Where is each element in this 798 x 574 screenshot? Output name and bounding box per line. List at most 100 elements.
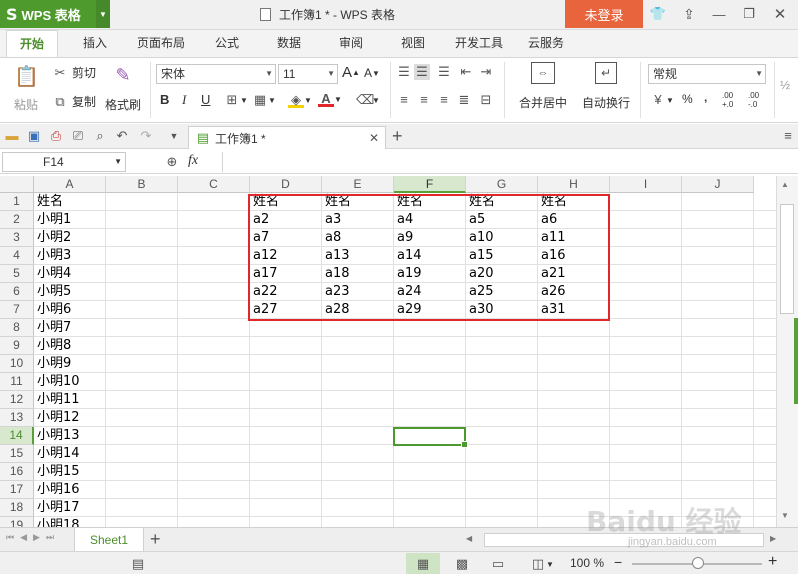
- close-tab-icon[interactable]: ✕: [369, 131, 379, 145]
- tab-page-layout[interactable]: 页面布局: [130, 30, 192, 57]
- cell-a12[interactable]: 小明11: [34, 391, 106, 409]
- cell-a17[interactable]: 小明16: [34, 481, 106, 499]
- cell-a2[interactable]: 小明1: [34, 211, 106, 229]
- zoom-slider-knob[interactable]: [692, 557, 704, 569]
- print-preview-icon[interactable]: ⌕: [92, 128, 108, 144]
- side-panel-handle[interactable]: [794, 318, 798, 404]
- scroll-up-icon[interactable]: ▲: [781, 180, 789, 189]
- macro-icon[interactable]: ▤: [130, 556, 146, 572]
- fill-pattern-icon[interactable]: ▦ ▼: [252, 92, 276, 108]
- column-header-h[interactable]: H: [538, 176, 610, 193]
- formula-input[interactable]: [222, 152, 796, 172]
- row-header[interactable]: 6: [0, 283, 34, 301]
- reading-view-icon[interactable]: ◫ ▼: [530, 556, 554, 572]
- cell-a9[interactable]: 小明8: [34, 337, 106, 355]
- cell-a5[interactable]: 小明4: [34, 265, 106, 283]
- sheet-nav-icons[interactable]: ⏮◀▶⏭: [6, 532, 60, 543]
- row-header[interactable]: 13: [0, 409, 34, 427]
- add-sheet-button[interactable]: +: [150, 529, 161, 550]
- cell-a15[interactable]: 小明14: [34, 445, 106, 463]
- font-color-icon[interactable]: A ▼: [318, 91, 342, 107]
- row-header[interactable]: 5: [0, 265, 34, 283]
- tab-view[interactable]: 视图: [390, 30, 436, 57]
- bold-button[interactable]: B: [160, 92, 169, 107]
- merge-center-button[interactable]: ⇔ 合并居中: [512, 62, 574, 118]
- scroll-thumb[interactable]: [780, 204, 794, 314]
- row-header[interactable]: 15: [0, 445, 34, 463]
- cell-a16[interactable]: 小明15: [34, 463, 106, 481]
- align-left-icon[interactable]: ≡: [396, 92, 412, 108]
- align-center-icon[interactable]: ≡: [416, 92, 432, 108]
- cell-a3[interactable]: 小明2: [34, 229, 106, 247]
- cell-a4[interactable]: 小明3: [34, 247, 106, 265]
- tab-insert[interactable]: 插入: [72, 30, 118, 57]
- distribute-icon[interactable]: ⊟: [478, 92, 494, 108]
- align-top-icon[interactable]: ☰: [396, 64, 412, 80]
- increase-decimal-button[interactable]: .00 +.0: [722, 91, 744, 109]
- cell-a8[interactable]: 小明7: [34, 319, 106, 337]
- copy-button[interactable]: ⧉ 复制: [52, 93, 96, 110]
- increase-font-icon[interactable]: A ▲: [342, 64, 360, 81]
- skin-icon[interactable]: 👕: [643, 0, 673, 28]
- export-pdf-icon[interactable]: ⎙: [48, 128, 64, 144]
- indent-increase-icon[interactable]: ⇥: [478, 64, 494, 80]
- open-folder-icon[interactable]: ▬: [4, 128, 20, 144]
- sheet-tab-sheet1[interactable]: Sheet1: [74, 528, 144, 552]
- tab-home[interactable]: 开始: [6, 30, 58, 58]
- scroll-down-icon[interactable]: ▼: [781, 511, 789, 520]
- row-header[interactable]: 12: [0, 391, 34, 409]
- column-header-a[interactable]: A: [34, 176, 106, 193]
- row-header[interactable]: 8: [0, 319, 34, 337]
- decrease-decimal-button[interactable]: .00 -.0: [748, 91, 770, 109]
- column-header-j[interactable]: J: [682, 176, 754, 193]
- tab-cloud-service[interactable]: 云服务: [520, 30, 572, 57]
- print-icon[interactable]: ⎚: [70, 128, 86, 144]
- cell-a6[interactable]: 小明5: [34, 283, 106, 301]
- align-bottom-icon[interactable]: ☰: [436, 64, 452, 80]
- tab-data[interactable]: 数据: [266, 30, 312, 57]
- column-header-c[interactable]: C: [178, 176, 250, 193]
- new-tab-icon[interactable]: +: [392, 126, 403, 147]
- save-icon[interactable]: ▣: [26, 128, 42, 144]
- row-header[interactable]: 18: [0, 499, 34, 517]
- row-header[interactable]: 4: [0, 247, 34, 265]
- row-header[interactable]: 3: [0, 229, 34, 247]
- format-painter-button[interactable]: ✎ 格式刷: [104, 64, 142, 120]
- decrease-font-icon[interactable]: A ▼: [364, 66, 380, 80]
- cell-a13[interactable]: 小明12: [34, 409, 106, 427]
- cell-a11[interactable]: 小明10: [34, 373, 106, 391]
- fx-icon[interactable]: fx: [188, 153, 198, 169]
- tab-review[interactable]: 审阅: [328, 30, 374, 57]
- document-tab[interactable]: ▤ 工作簿1 * ✕: [188, 126, 386, 149]
- zoom-search-icon[interactable]: ⊕: [164, 154, 180, 170]
- page-break-view-icon[interactable]: ▩: [454, 556, 470, 572]
- customize-qa-icon[interactable]: ▼: [166, 128, 182, 144]
- row-header[interactable]: 16: [0, 463, 34, 481]
- column-header-e[interactable]: E: [322, 176, 394, 193]
- align-right-icon[interactable]: ≡: [436, 92, 452, 108]
- column-header-d[interactable]: D: [250, 176, 322, 193]
- row-header[interactable]: 7: [0, 301, 34, 319]
- row-header[interactable]: 19: [0, 517, 34, 527]
- clear-format-icon[interactable]: ⌫ ▼: [356, 92, 380, 108]
- comma-button[interactable]: ‚: [704, 90, 707, 104]
- font-name-select[interactable]: 宋体 ▼: [156, 64, 276, 84]
- close-icon[interactable]: ✕: [765, 0, 795, 28]
- column-header-i[interactable]: I: [610, 176, 682, 193]
- upload-icon[interactable]: ⇪: [674, 0, 704, 28]
- tab-developer[interactable]: 开发工具: [448, 30, 510, 57]
- justify-icon[interactable]: ≣: [456, 92, 472, 108]
- scroll-left-icon[interactable]: ◀: [466, 534, 472, 543]
- login-button[interactable]: 未登录: [565, 0, 643, 28]
- cell-a19[interactable]: 小明18: [34, 517, 106, 527]
- row-header[interactable]: 17: [0, 481, 34, 499]
- minimize-icon[interactable]: —: [704, 0, 734, 28]
- indent-decrease-icon[interactable]: ⇤: [458, 64, 474, 80]
- redo-icon[interactable]: ↷: [138, 128, 154, 144]
- italic-button[interactable]: I: [182, 92, 186, 108]
- cell-a14[interactable]: 小明13: [34, 427, 106, 445]
- row-header[interactable]: 2: [0, 211, 34, 229]
- row-header[interactable]: 14: [0, 427, 34, 445]
- font-size-select[interactable]: 11 ▼: [278, 64, 338, 84]
- currency-icon[interactable]: ¥ ▼: [650, 92, 674, 108]
